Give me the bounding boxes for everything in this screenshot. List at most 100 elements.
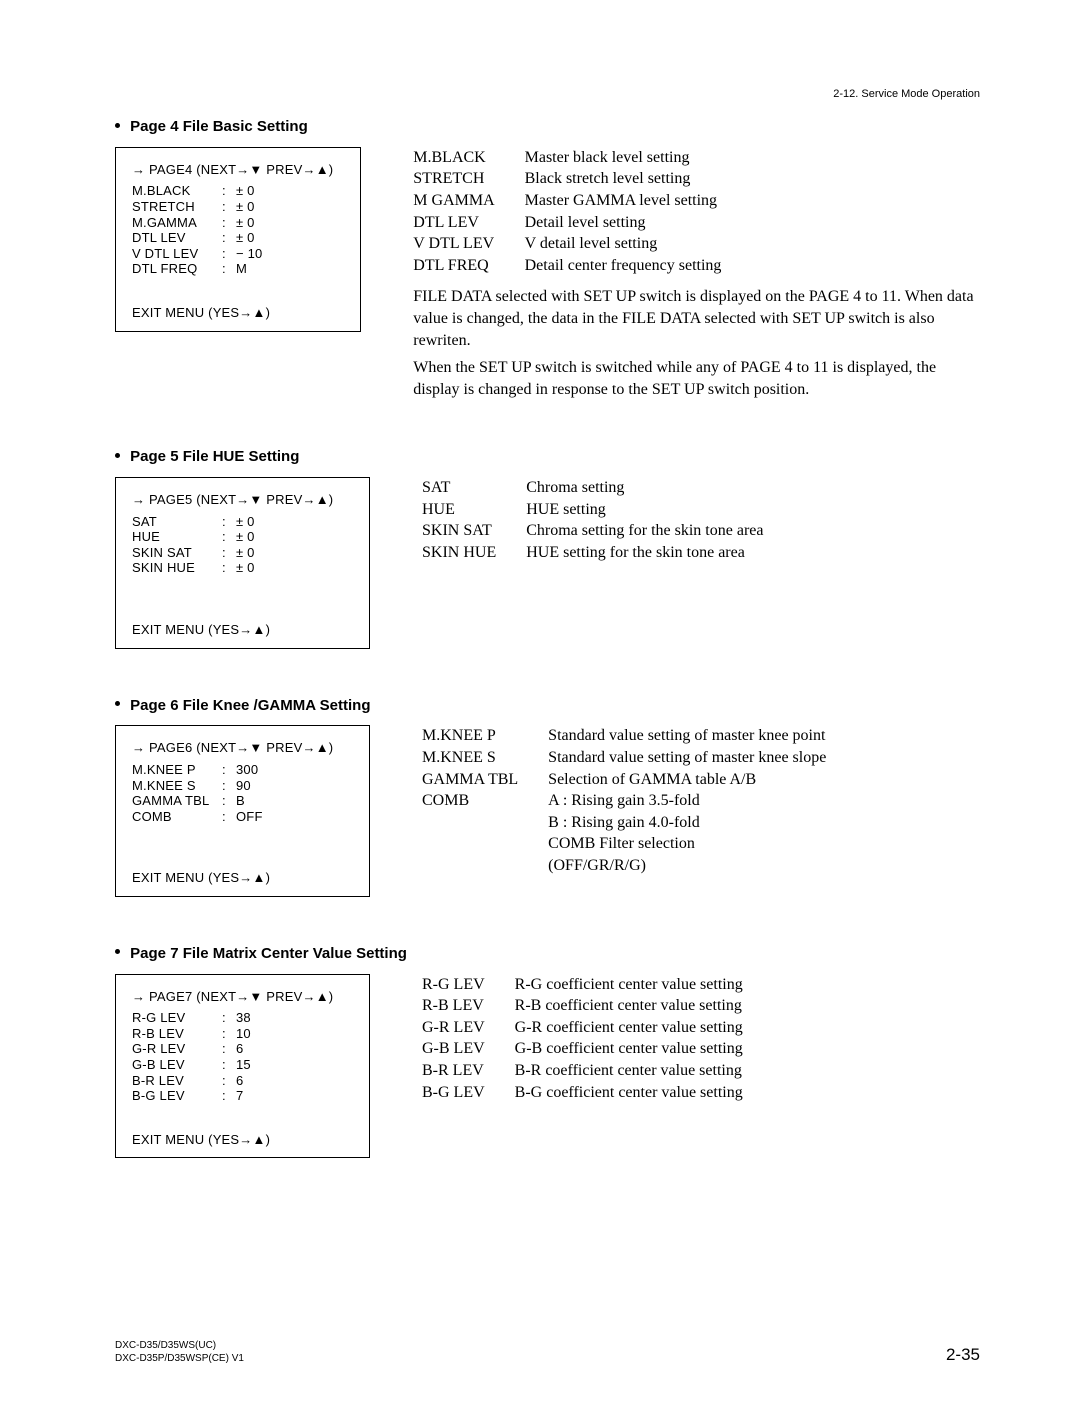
colon: :	[222, 529, 236, 545]
desc-row: DTL LEVDetail level setting	[413, 212, 721, 234]
menu-value: ± 0	[236, 560, 255, 576]
colon: :	[222, 1073, 236, 1089]
up-icon: ▲)	[316, 492, 334, 507]
footer-model-2: DXC-D35P/D35WSP(CE) V1	[115, 1352, 244, 1365]
menu-value: 7	[236, 1088, 243, 1104]
desc-table: R-G LEVR-G coefficient center value sett…	[422, 974, 743, 1104]
menu-row: STRETCH:± 0	[132, 199, 344, 215]
desc-label: COMB	[422, 790, 548, 812]
menu-value: 90	[236, 778, 251, 794]
colon: :	[222, 809, 236, 825]
menu-rows: SAT:± 0 HUE:± 0 SKIN SAT:± 0 SKIN HUE:± …	[132, 514, 353, 576]
menu-label: COMB	[132, 809, 222, 825]
menu-label: SAT	[132, 514, 222, 530]
desc-label	[422, 833, 548, 855]
menu-value: 15	[236, 1057, 251, 1073]
menu-label: DTL FREQ	[132, 261, 222, 277]
menu-value: − 10	[236, 246, 262, 262]
menu-hdr-prefix: → PAGE7 (NEXT→	[132, 989, 249, 1004]
desc-row: HUEHUE setting	[422, 499, 763, 521]
menu-label: M.KNEE P	[132, 762, 222, 778]
desc-row: V DTL LEVV detail level setting	[413, 233, 721, 255]
desc-text: Detail center frequency setting	[525, 255, 722, 277]
desc-row: R-B LEVR-B coefficient center value sett…	[422, 995, 743, 1017]
desc-row: B : Rising gain 4.0-fold	[422, 812, 826, 834]
paragraph: When the SET UP switch is switched while…	[413, 357, 980, 400]
section-title: Page 6 File Knee /GAMMA Setting	[115, 697, 980, 716]
menu-value: 6	[236, 1073, 243, 1089]
colon: :	[222, 778, 236, 794]
desc-label: DTL LEV	[413, 212, 524, 234]
desc-label: R-B LEV	[422, 995, 515, 1017]
desc-text: HUE setting for the skin tone area	[526, 542, 763, 564]
desc-label: B-G LEV	[422, 1082, 515, 1104]
menu-hdr-mid2: PREV→	[263, 492, 316, 507]
menu-header: → PAGE5 (NEXT→▼ PREV→▲)	[132, 492, 353, 508]
desc-row: GAMMA TBLSelection of GAMMA table A/B	[422, 769, 826, 791]
desc-label: R-G LEV	[422, 974, 515, 996]
desc-text: HUE setting	[526, 499, 763, 521]
desc-row: SKIN SATChroma setting for the skin tone…	[422, 520, 763, 542]
desc-text: G-R coefficient center value setting	[515, 1017, 743, 1039]
menu-row: SAT:± 0	[132, 514, 353, 530]
desc-label: HUE	[422, 499, 526, 521]
up-icon: ▲)	[316, 989, 334, 1004]
menu-value: ± 0	[236, 514, 255, 530]
desc-row: G-R LEVG-R coefficient center value sett…	[422, 1017, 743, 1039]
desc-label	[422, 855, 548, 877]
colon: :	[222, 1010, 236, 1026]
menu-row: G-B LEV: 15	[132, 1057, 353, 1073]
bullet-icon	[115, 123, 120, 128]
desc-column: M.BLACKMaster black level setting STRETC…	[413, 147, 980, 401]
menu-box-page5: → PAGE5 (NEXT→▼ PREV→▲) SAT:± 0 HUE:± 0 …	[115, 477, 370, 649]
desc-label: M.KNEE S	[422, 747, 548, 769]
menu-row: B-G LEV: 7	[132, 1088, 353, 1104]
colon: :	[222, 793, 236, 809]
menu-label: STRETCH	[132, 199, 222, 215]
menu-row: M.KNEE S: 90	[132, 778, 353, 794]
section-body: → PAGE6 (NEXT→▼ PREV→▲) M.KNEE P:300 M.K…	[115, 725, 980, 897]
section-page6: Page 6 File Knee /GAMMA Setting → PAGE6 …	[115, 697, 980, 897]
menu-row: DTL FREQ: M	[132, 261, 344, 277]
desc-row: M.KNEE PStandard value setting of master…	[422, 725, 826, 747]
desc-column: M.KNEE PStandard value setting of master…	[422, 725, 826, 886]
desc-label: M.BLACK	[413, 147, 524, 169]
menu-value: 10	[236, 1026, 251, 1042]
menu-value: 6	[236, 1041, 243, 1057]
desc-label: M GAMMA	[413, 190, 524, 212]
down-icon: ▼	[249, 989, 262, 1004]
desc-row: G-B LEVG-B coefficient center value sett…	[422, 1038, 743, 1060]
menu-value: ± 0	[236, 545, 255, 561]
colon: :	[222, 261, 236, 277]
menu-label: B-G LEV	[132, 1088, 222, 1104]
menu-rows: R-G LEV: 38 R-B LEV: 10 G-R LEV: 6 G-B L…	[132, 1010, 353, 1104]
desc-text: Standard value setting of master knee po…	[548, 725, 826, 747]
colon: :	[222, 762, 236, 778]
colon: :	[222, 545, 236, 561]
desc-row: M GAMMAMaster GAMMA level setting	[413, 190, 721, 212]
menu-label: HUE	[132, 529, 222, 545]
desc-label: SAT	[422, 477, 526, 499]
colon: :	[222, 215, 236, 231]
menu-label: SKIN SAT	[132, 545, 222, 561]
menu-hdr-mid2: PREV→	[263, 162, 316, 177]
section-body: → PAGE5 (NEXT→▼ PREV→▲) SAT:± 0 HUE:± 0 …	[115, 477, 980, 649]
menu-row: R-B LEV: 10	[132, 1026, 353, 1042]
desc-table: M.BLACKMaster black level setting STRETC…	[413, 147, 721, 277]
desc-label: SKIN HUE	[422, 542, 526, 564]
menu-row: M.KNEE P:300	[132, 762, 353, 778]
colon: :	[222, 246, 236, 262]
desc-label: DTL FREQ	[413, 255, 524, 277]
colon: :	[222, 1057, 236, 1073]
desc-text: Standard value setting of master knee sl…	[548, 747, 826, 769]
section-header-small: 2-12. Service Mode Operation	[833, 88, 980, 102]
menu-row: GAMMA TBL: B	[132, 793, 353, 809]
desc-text: Selection of GAMMA table A/B	[548, 769, 826, 791]
desc-row: (OFF/GR/R/G)	[422, 855, 826, 877]
menu-label: G-R LEV	[132, 1041, 222, 1057]
menu-row: COMB:OFF	[132, 809, 353, 825]
page: 2-12. Service Mode Operation Page 4 File…	[0, 0, 1080, 1407]
desc-row: SKIN HUEHUE setting for the skin tone ar…	[422, 542, 763, 564]
menu-value: ± 0	[236, 215, 255, 231]
desc-text: Chroma setting for the skin tone area	[526, 520, 763, 542]
